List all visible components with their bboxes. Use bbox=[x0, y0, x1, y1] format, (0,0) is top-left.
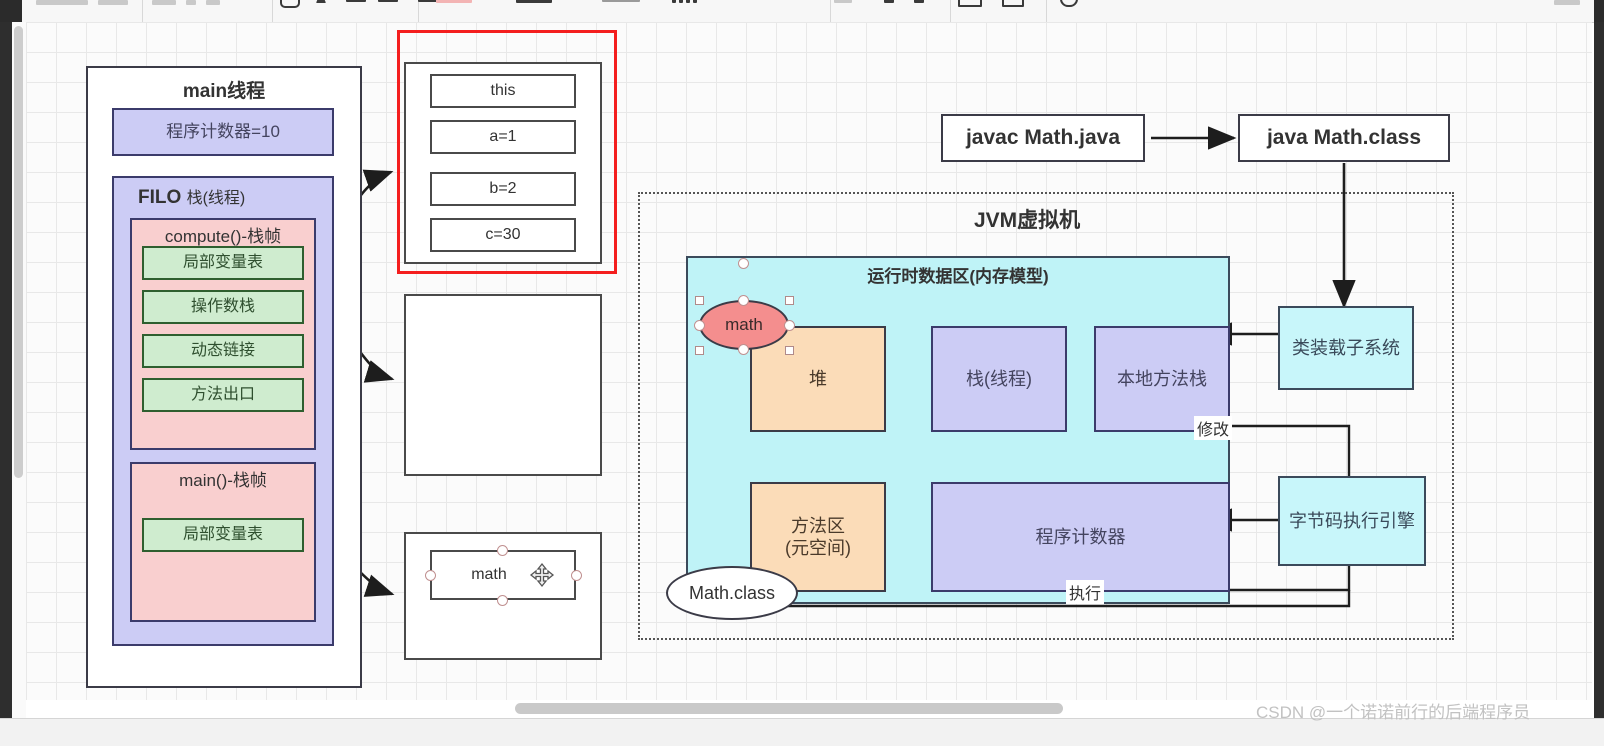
compute-method-exit[interactable]: 方法出口 bbox=[142, 378, 304, 412]
connection-handle-left[interactable] bbox=[425, 570, 436, 581]
toolbar-group-shape[interactable] bbox=[950, 0, 1047, 22]
resize-handle-ne[interactable] bbox=[785, 296, 794, 305]
class-loader-box[interactable]: 类装载子系统 bbox=[1278, 306, 1414, 390]
compute-frame-title: compute()-栈帧 bbox=[164, 227, 282, 246]
resize-handle-nw[interactable] bbox=[695, 296, 704, 305]
window-left-edge bbox=[0, 0, 22, 22]
resize-handle-sw[interactable] bbox=[695, 346, 704, 355]
compute-dynamic-link[interactable]: 动态链接 bbox=[142, 334, 304, 368]
toolbar-group-edit[interactable] bbox=[1046, 0, 1166, 22]
math-reference-label: math bbox=[471, 566, 507, 583]
diagram-editor-window: main线程 程序计数器=10 FILO 栈(线程) compute()-栈帧 … bbox=[0, 0, 1604, 746]
local-var-this[interactable]: this bbox=[430, 74, 576, 108]
toolbar-group-align[interactable] bbox=[272, 0, 419, 22]
resize-handle-se[interactable] bbox=[785, 346, 794, 355]
toolbar-group-format[interactable] bbox=[22, 0, 143, 22]
stack-thread-label: 栈(线程) bbox=[186, 190, 246, 207]
send-back-icon[interactable] bbox=[914, 0, 924, 3]
compute-local-var-table[interactable]: 局部变量表 bbox=[142, 246, 304, 280]
connection-handle-right[interactable] bbox=[571, 570, 582, 581]
text-color-icon[interactable] bbox=[316, 0, 326, 3]
filo-label: FILO bbox=[138, 187, 182, 208]
math-class-ellipse[interactable]: Math.class bbox=[666, 566, 798, 620]
rounded-rect-icon[interactable] bbox=[958, 0, 982, 7]
math-connection-handle-left[interactable] bbox=[694, 320, 705, 331]
edge-label-execute: 执行 bbox=[1066, 580, 1105, 604]
bytecode-exec-engine-box[interactable]: 字节码执行引擎 bbox=[1278, 476, 1426, 566]
math-connection-handle-bottom[interactable] bbox=[738, 344, 749, 355]
waypoint-icon[interactable] bbox=[1108, 0, 1115, 3]
jvm-title: JVM虚拟机 bbox=[974, 209, 1081, 232]
math-connection-handle-right[interactable] bbox=[784, 320, 795, 331]
pc-register-box[interactable]: 程序计数器 bbox=[931, 482, 1230, 592]
line-weight-icon[interactable] bbox=[516, 0, 552, 3]
square-icon[interactable] bbox=[1002, 0, 1024, 7]
align-center-icon[interactable] bbox=[378, 0, 398, 2]
java-run-command-box[interactable]: java Math.class bbox=[1238, 114, 1450, 162]
main-thread-title: main线程 bbox=[182, 81, 266, 102]
window-right-gutter bbox=[1594, 22, 1604, 746]
edge-label-modify: 修改 bbox=[1194, 416, 1233, 440]
bring-front-icon[interactable] bbox=[884, 0, 894, 3]
local-var-a[interactable]: a=1 bbox=[430, 120, 576, 154]
csdn-watermark: CSDN @一个诺诺前行的后端程序员 bbox=[1256, 703, 1531, 722]
program-counter-box[interactable]: 程序计数器=10 bbox=[112, 108, 334, 156]
grid-icon[interactable] bbox=[672, 0, 676, 3]
main-frame-title: main()-栈帧 bbox=[179, 471, 267, 490]
math-connection-endpoint[interactable] bbox=[738, 258, 749, 269]
compute-operand-stack[interactable]: 操作数栈 bbox=[142, 290, 304, 324]
math-instance-ellipse[interactable]: math bbox=[699, 300, 789, 350]
window-left-gutter bbox=[0, 22, 12, 746]
main-local-var-table[interactable]: 局部变量表 bbox=[142, 518, 304, 552]
operand-stack-detail-box[interactable] bbox=[404, 294, 602, 476]
runtime-data-area-title: 运行时数据区(内存模型) bbox=[867, 267, 1049, 286]
diagram-canvas[interactable]: main线程 程序计数器=10 FILO 栈(线程) compute()-栈帧 … bbox=[26, 22, 1592, 700]
toolbar-group-line[interactable] bbox=[430, 0, 831, 22]
horizontal-scrollbar-thumb[interactable] bbox=[515, 703, 1063, 714]
toolbar-group-font[interactable] bbox=[142, 0, 273, 22]
line-color-icon[interactable] bbox=[436, 0, 472, 3]
program-counter-label: 程序计数器=10 bbox=[166, 122, 280, 142]
javac-command-box[interactable]: javac Math.java bbox=[941, 114, 1145, 162]
toolbar-group-arrange[interactable] bbox=[830, 0, 951, 22]
fill-bucket-icon[interactable] bbox=[280, 0, 300, 8]
jvm-stack-box[interactable]: 栈(线程) bbox=[931, 326, 1067, 432]
undo-icon[interactable] bbox=[1060, 0, 1078, 7]
local-var-c[interactable]: c=30 bbox=[430, 218, 576, 252]
math-connection-handle-top[interactable] bbox=[738, 295, 749, 306]
local-var-b[interactable]: b=2 bbox=[430, 172, 576, 206]
vertical-scrollbar-thumb[interactable] bbox=[14, 26, 23, 478]
toolbar[interactable] bbox=[0, 0, 1604, 23]
connection-handle-top[interactable] bbox=[497, 545, 508, 556]
window-right-edge bbox=[1594, 0, 1604, 22]
move-cursor-icon bbox=[529, 562, 555, 588]
align-left-icon[interactable] bbox=[346, 0, 366, 2]
toolbar-overflow-indicator[interactable] bbox=[1554, 0, 1580, 5]
connection-handle-bottom[interactable] bbox=[497, 595, 508, 606]
line-dash-icon[interactable] bbox=[602, 0, 640, 2]
